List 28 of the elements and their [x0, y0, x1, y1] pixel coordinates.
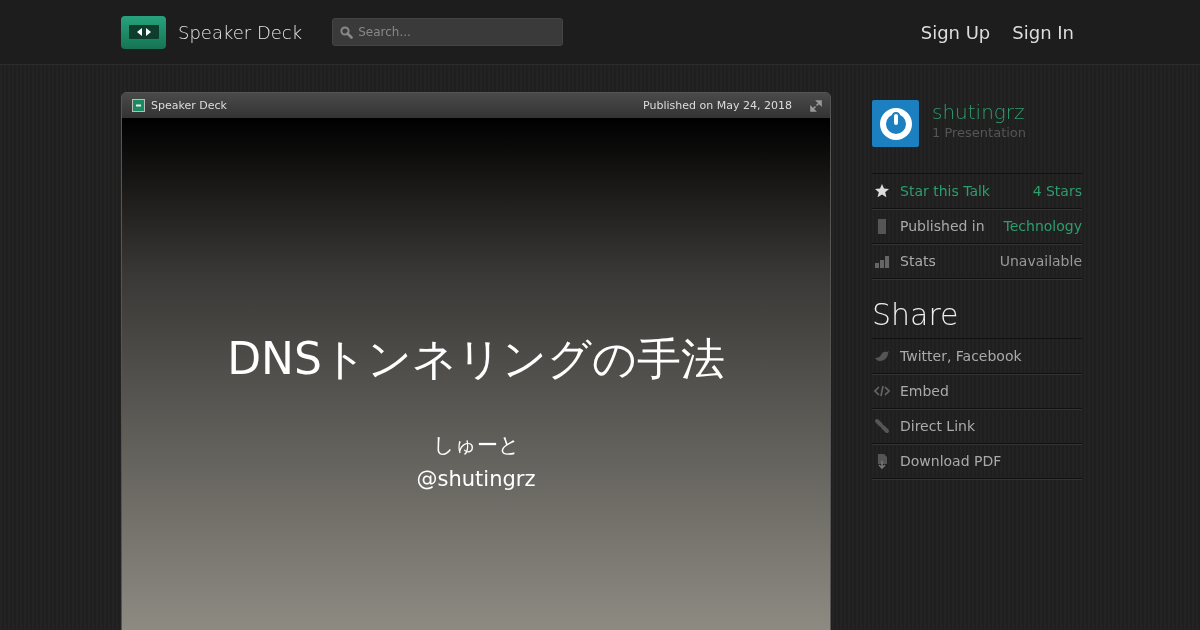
nav-link[interactable]: Sign In — [1012, 21, 1074, 43]
bar-chart-icon — [874, 253, 890, 269]
star-icon — [874, 183, 890, 199]
nav-link[interactable]: Sign Up — [920, 21, 991, 43]
logo-icon — [132, 99, 145, 112]
detail-label: Stats — [900, 253, 936, 269]
brand-link[interactable]: Speaker Deck — [178, 21, 303, 43]
slide-title: DNSトンネリングの手法 — [227, 332, 725, 386]
published-date: Published on May 24, 2018 — [643, 99, 792, 112]
share-heading: Share — [872, 297, 960, 332]
avatar-icon[interactable] — [872, 100, 919, 147]
share-link[interactable]: Twitter, Facebook — [900, 348, 1022, 364]
logo-icon[interactable] — [121, 15, 166, 49]
share-link[interactable]: Download PDF — [900, 453, 1002, 469]
detail-value: Unavailable — [999, 253, 1082, 269]
detail-link[interactable]: 4 Stars — [1032, 183, 1082, 199]
share-link[interactable]: Direct Link — [900, 418, 976, 434]
slide-text: しゅーと — [432, 432, 520, 459]
detail-label: Published in — [900, 218, 985, 234]
fullscreen-icon[interactable] — [810, 99, 822, 112]
slide-text: @shutingrz — [416, 467, 536, 491]
author-link[interactable]: shutingrz — [932, 100, 1027, 124]
brand-label: Speaker Deck — [151, 99, 227, 112]
share-link[interactable]: Embed — [900, 383, 949, 399]
code-icon — [874, 383, 890, 399]
search-field[interactable]: Search... — [332, 18, 564, 46]
detail-link[interactable]: Technology — [1003, 218, 1082, 234]
star-link[interactable]: Star this Talk — [900, 183, 990, 199]
